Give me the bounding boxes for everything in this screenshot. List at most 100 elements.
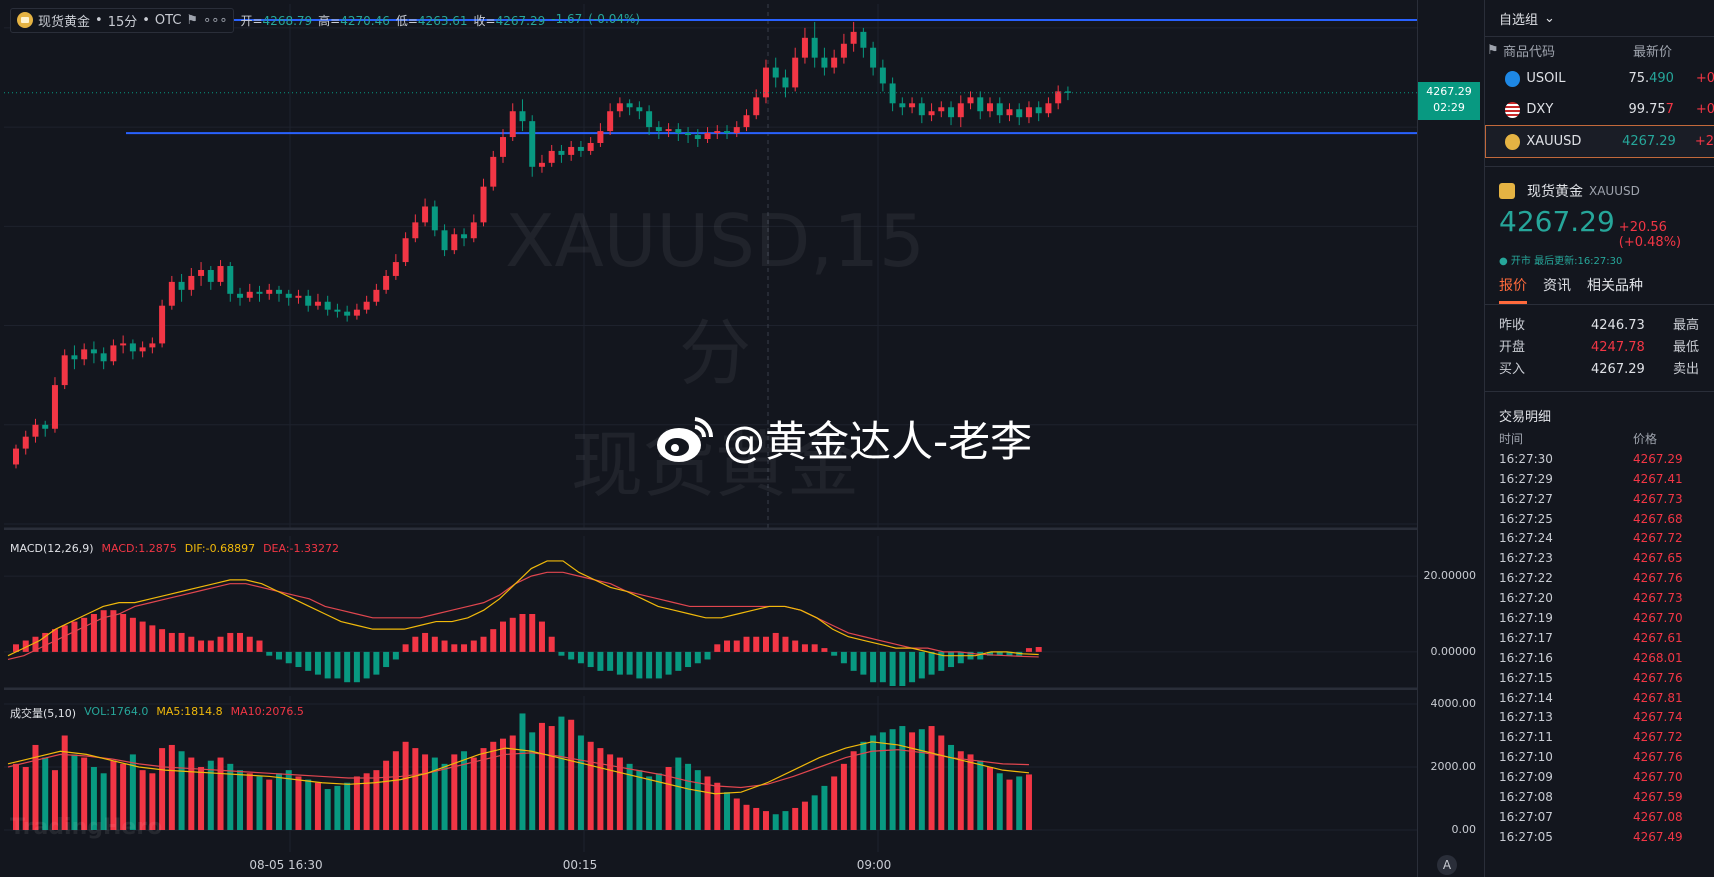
macd-histogram-bar <box>587 651 594 668</box>
volume-bar <box>373 770 380 830</box>
candle-body <box>1035 107 1042 114</box>
macd-histogram-bar <box>548 636 555 652</box>
macd-histogram-bar <box>840 651 847 664</box>
trade-time: 16:27:27 <box>1499 491 1553 506</box>
candle-body <box>441 230 448 251</box>
volume-bar <box>977 760 984 830</box>
volume-bar <box>314 782 321 830</box>
volume-bar <box>909 732 916 830</box>
candle-body <box>451 234 458 251</box>
candle-body <box>42 424 49 429</box>
macd-histogram-bar <box>792 640 799 652</box>
macd-histogram-bar <box>110 610 117 652</box>
macd-histogram-bar <box>665 651 672 675</box>
candle-body <box>519 111 526 122</box>
trades-title: 交易明细 <box>1499 410 1552 425</box>
macd-histogram-bar <box>422 632 429 652</box>
macd-histogram-bar <box>655 651 662 679</box>
trade-row: 16:27:14 4267.81 <box>1499 688 1701 708</box>
candle-body <box>334 309 341 312</box>
candle-body <box>957 103 964 118</box>
flag-icon[interactable]: ⚑ <box>186 13 198 28</box>
macd-histogram-bar <box>860 651 867 675</box>
macd-chart-svg[interactable] <box>4 536 1417 690</box>
watchlist-title: 自选组 <box>1499 12 1539 28</box>
trade-price: 4267.70 <box>1633 610 1683 625</box>
trade-time: 16:27:07 <box>1499 809 1553 824</box>
us-flag-icon <box>1505 101 1521 118</box>
tab-quote[interactable]: 报价 <box>1499 275 1527 304</box>
oil-icon <box>1505 70 1521 87</box>
symbol-selector[interactable]: 现货黄金 • 15分 • OTC ⚑ ∘∘∘ <box>10 7 235 33</box>
macd-histogram-bar <box>821 648 828 652</box>
trade-rows[interactable]: 16:27:30 4267.29 16:27:29 4267.41 16:27:27 42… <box>1499 449 1701 847</box>
macd-histogram-bar <box>353 651 360 683</box>
watchlist-col-price[interactable]: 最新价 <box>1633 41 1672 60</box>
ohlc-close: 4267.29 <box>495 13 546 28</box>
tab-news[interactable]: 资讯 <box>1543 275 1571 304</box>
macd-histogram-bar <box>451 644 458 652</box>
volume-bar <box>782 811 789 830</box>
tab-related[interactable]: 相关品种 <box>1587 275 1643 304</box>
volume-bar <box>198 767 205 830</box>
watchlist-row-xauusd[interactable]: XAUUSD 4267.29 +2 <box>1485 125 1714 158</box>
candle-body <box>685 133 692 136</box>
candle-body <box>431 206 438 231</box>
candle-body <box>237 293 244 298</box>
macd-histogram-bar <box>801 644 808 652</box>
volume-bar <box>879 732 886 830</box>
weibo-watermark: @黄金达人-老李 <box>655 408 1032 469</box>
volume-bar <box>899 726 906 830</box>
volume-bar <box>431 757 438 830</box>
trade-row: 16:27:13 4267.74 <box>1499 707 1701 727</box>
macd-histogram-bar <box>675 651 682 671</box>
macd-chart[interactable] <box>4 536 1417 690</box>
candle-body <box>295 295 302 298</box>
time-axis[interactable] <box>0 852 1480 877</box>
macd-histogram-bar <box>470 640 477 652</box>
candle-body <box>655 127 662 132</box>
trade-time: 16:27:19 <box>1499 610 1553 625</box>
symbol-legend: 现货黄金 • 15分 • OTC ⚑ ∘∘∘ 开=4268.79 高=4270.… <box>10 7 640 33</box>
watchlist-group-selector[interactable]: 自选组 ⌄ <box>1485 0 1714 36</box>
macd-histogram-bar <box>334 651 341 679</box>
volume-bar <box>275 773 282 830</box>
watchlist-code: DXY <box>1526 102 1554 117</box>
macd-histogram-bar <box>616 651 623 675</box>
macd-title: MACD(12,26,9) <box>10 542 94 555</box>
volume-bar <box>957 751 964 830</box>
auto-scale-button[interactable]: A <box>1437 855 1457 875</box>
candle-body <box>548 150 555 163</box>
more-options-icon[interactable]: ∘∘∘ <box>203 13 227 28</box>
candle-body <box>558 150 565 155</box>
macd-histogram-bar <box>918 651 925 679</box>
watchlist-row-usoil[interactable]: USOIL 75.490 +0 <box>1485 63 1714 94</box>
macd-histogram-bar <box>139 621 146 652</box>
watchlist-change: +0 <box>1695 102 1714 117</box>
trade-row: 16:27:27 4267.73 <box>1499 489 1701 509</box>
volume-bar <box>753 807 760 830</box>
volume-tick-label: 4000.00 <box>1430 697 1477 710</box>
candle-body <box>626 103 633 108</box>
volume-bar <box>675 757 682 830</box>
volume-legend: 成交量(5,10) VOL:1764.0 MA5:1814.8 MA10:207… <box>10 705 304 721</box>
volume-bar <box>490 741 497 830</box>
macd-histogram-bar <box>431 636 438 652</box>
candle-body <box>402 238 409 263</box>
volume-bar <box>295 776 302 830</box>
watchlist-row-dxy[interactable]: DXY 99.757 +0 <box>1485 94 1714 125</box>
watchlist-col-code[interactable]: 商品代码 <box>1503 41 1633 60</box>
macd-histogram-bar <box>373 651 380 675</box>
vol-ma5: MA5:1814.8 <box>156 705 223 718</box>
chart-area[interactable]: 4300.004250.004200.004150.004100.004050.… <box>0 0 1480 877</box>
macd-histogram-bar <box>461 644 468 652</box>
volume-bar <box>850 751 857 830</box>
macd-histogram-bar <box>198 640 205 652</box>
trade-time: 16:27:15 <box>1499 670 1553 685</box>
candle-body <box>509 111 516 138</box>
macd-histogram-bar <box>646 651 653 679</box>
trade-row: 16:27:24 4267.72 <box>1499 528 1701 548</box>
vol-ma10: MA10:2076.5 <box>230 705 304 718</box>
candle-body <box>480 186 487 223</box>
volume-bar <box>918 729 925 830</box>
